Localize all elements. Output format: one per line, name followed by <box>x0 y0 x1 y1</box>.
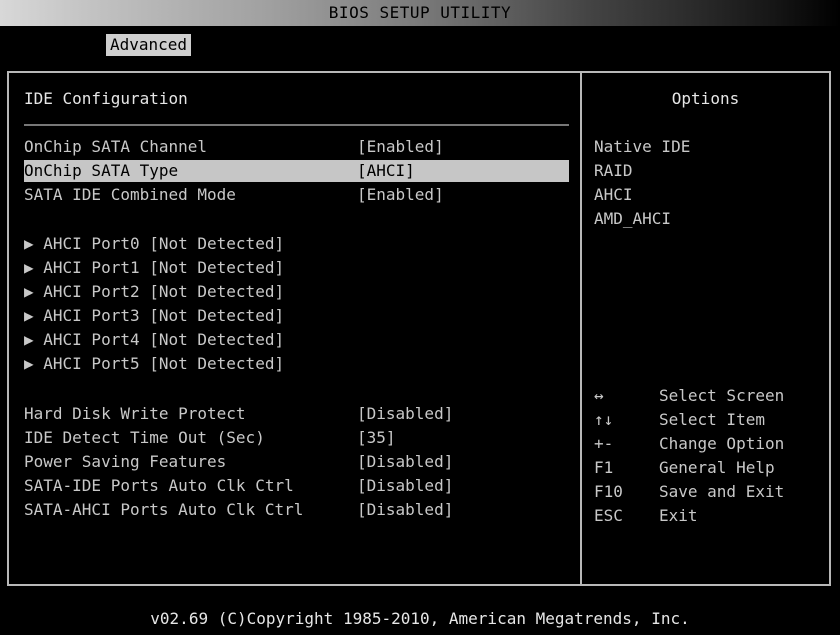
left-right-arrows-icon: ↔ <box>594 386 604 405</box>
plus-minus-key: +- <box>594 434 614 453</box>
option-amd-ahci[interactable]: AMD_AHCI <box>594 208 671 230</box>
esc-key: ESC <box>594 506 623 525</box>
option-raid[interactable]: RAID <box>594 160 633 182</box>
submenu-ahci-port0[interactable]: ▶ AHCI Port0 [Not Detected] <box>24 233 569 255</box>
setting-row-sata-ahci-ports-auto-clk[interactable]: SATA-AHCI Ports Auto Clk Ctrl [Disabled] <box>24 499 569 521</box>
submenu-ahci-port2[interactable]: ▶ AHCI Port2 [Not Detected] <box>24 281 569 303</box>
setting-value: [Enabled] <box>357 137 444 156</box>
tab-advanced[interactable]: Advanced <box>106 34 192 56</box>
setting-label: SATA IDE Combined Mode <box>24 185 236 204</box>
setting-value: [Enabled] <box>357 185 444 204</box>
submenu-label: ▶ AHCI Port3 [Not Detected] <box>24 306 285 325</box>
setting-value: [35] <box>357 428 396 447</box>
setting-label: Hard Disk Write Protect <box>24 404 246 423</box>
submenu-ahci-port4[interactable]: ▶ AHCI Port4 [Not Detected] <box>24 329 569 351</box>
f1-key: F1 <box>594 458 614 477</box>
options-title: Options <box>671 89 740 108</box>
setting-value: [Disabled] <box>357 404 454 423</box>
submenu-label: ▶ AHCI Port0 [Not Detected] <box>24 234 285 253</box>
up-down-arrows-icon: ↑↓ <box>594 410 614 429</box>
setting-label: OnChip SATA Channel <box>24 137 208 156</box>
window-title: BIOS SETUP UTILITY <box>328 3 512 22</box>
submenu-ahci-port1[interactable]: ▶ AHCI Port1 [Not Detected] <box>24 257 569 279</box>
setting-label: IDE Detect Time Out (Sec) <box>24 428 265 447</box>
setting-label: Power Saving Features <box>24 452 227 471</box>
key-help-change-option: Change Option <box>659 434 785 453</box>
submenu-label: ▶ AHCI Port2 [Not Detected] <box>24 282 285 301</box>
f10-key: F10 <box>594 482 623 501</box>
menu-bar: Advanced <box>0 26 840 62</box>
setting-label: SATA-IDE Ports Auto Clk Ctrl <box>24 476 294 495</box>
setting-label: OnChip SATA Type <box>24 161 179 180</box>
setting-value: [AHCI] <box>357 161 415 180</box>
setting-row-power-saving-features[interactable]: Power Saving Features [Disabled] <box>24 451 569 473</box>
submenu-label: ▶ AHCI Port5 [Not Detected] <box>24 354 285 373</box>
setting-label: SATA-AHCI Ports Auto Clk Ctrl <box>24 500 304 519</box>
setting-row-sata-ide-combined-mode[interactable]: SATA IDE Combined Mode [Enabled] <box>24 184 569 206</box>
submenu-ahci-port3[interactable]: ▶ AHCI Port3 [Not Detected] <box>24 305 569 327</box>
copyright-footer: v02.69 (C)Copyright 1985-2010, American … <box>150 609 690 628</box>
setting-row-onchip-sata-channel[interactable]: OnChip SATA Channel [Enabled] <box>24 136 569 158</box>
submenu-label: ▶ AHCI Port1 [Not Detected] <box>24 258 285 277</box>
setting-row-sata-ide-ports-auto-clk[interactable]: SATA-IDE Ports Auto Clk Ctrl [Disabled] <box>24 475 569 497</box>
submenu-label: ▶ AHCI Port4 [Not Detected] <box>24 330 285 349</box>
setting-value: [Disabled] <box>357 452 454 471</box>
key-help-exit: Exit <box>659 506 698 525</box>
setting-row-ide-detect-time-out[interactable]: IDE Detect Time Out (Sec) [35] <box>24 427 569 449</box>
setting-value: [Disabled] <box>357 500 454 519</box>
submenu-ahci-port5[interactable]: ▶ AHCI Port5 [Not Detected] <box>24 353 569 375</box>
panel-divider <box>580 73 582 584</box>
key-help-save-and-exit: Save and Exit <box>659 482 785 501</box>
title-bar: BIOS SETUP UTILITY <box>0 0 840 26</box>
setting-value: [Disabled] <box>357 476 454 495</box>
section-title-underline <box>24 124 569 126</box>
section-title: IDE Configuration <box>24 89 188 108</box>
key-help-select-item: Select Item <box>659 410 765 429</box>
key-help-select-screen: Select Screen <box>659 386 785 405</box>
setting-row-hard-disk-write-protect[interactable]: Hard Disk Write Protect [Disabled] <box>24 403 569 425</box>
main-panel: IDE Configuration OnChip SATA Channel [E… <box>7 71 831 586</box>
setting-row-onchip-sata-type[interactable]: OnChip SATA Type [AHCI] <box>24 160 569 182</box>
option-native-ide[interactable]: Native IDE <box>594 136 690 158</box>
key-help-general-help: General Help <box>659 458 775 477</box>
option-ahci[interactable]: AHCI <box>594 184 633 206</box>
